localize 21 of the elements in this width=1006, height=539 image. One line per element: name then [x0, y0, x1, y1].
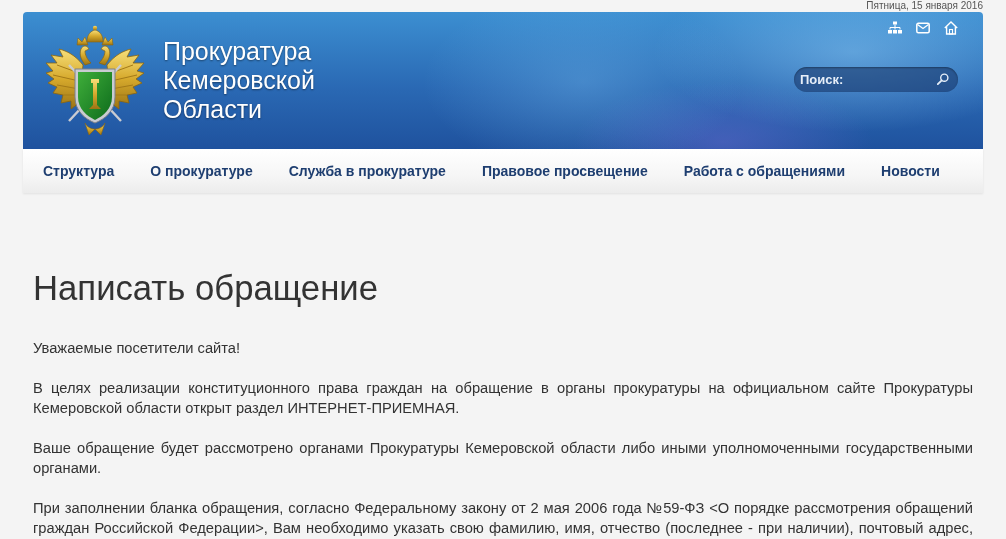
site-title: Области: [163, 95, 264, 124]
date-text: Пятница, 15 января 2016: [866, 0, 983, 12]
mail-icon[interactable]: [916, 21, 930, 35]
site-title: Кемеровской: [163, 66, 315, 95]
nav-link[interactable]: О прокуратуре: [150, 162, 253, 180]
nav-link[interactable]: Новости: [881, 162, 940, 180]
body-paragraph: Ваше обращение будет рассмотрено органами Прокуратуры Кемеровской области либо иными уполномоченными государственными органами.: [33, 439, 973, 478]
search-icon[interactable]: [937, 73, 949, 85]
home-icon[interactable]: [944, 21, 958, 35]
sitemap-icon[interactable]: [888, 21, 902, 35]
nav-link[interactable]: Служба в прокуратуре: [288, 162, 446, 180]
body-paragraph: При заполнении бланка обращения, согласно Федеральному закону от 2 мая 2006 года №59-ФЗ <О порядке рассмотрения обращений граждан Российской Федерации>, Вам необходимо указать свою фамилию, имя, отчество (последнее - при наличии), почтовый адрес,: [33, 499, 973, 538]
nav-link[interactable]: Правовое просвещение: [481, 162, 648, 180]
search-field[interactable]: Поиск:: [794, 67, 958, 92]
nav-link[interactable]: Структура: [43, 162, 115, 180]
nav-link[interactable]: Работа с обращениями: [683, 162, 846, 180]
eagle-emblem-icon: [45, 24, 145, 137]
site-title: Прокуратура: [163, 37, 313, 66]
page-heading: Написать обращение: [33, 269, 379, 308]
greeting-text: Уважаемые посетители сайта!: [33, 339, 242, 358]
body-paragraph: В целях реализации конституционного права граждан на обращение в органы прокуратуры на официальном сайте Прокуратуры Кемеровской области открыт раздел ИНТЕРНЕТ-ПРИЕМНАЯ.: [33, 379, 973, 418]
